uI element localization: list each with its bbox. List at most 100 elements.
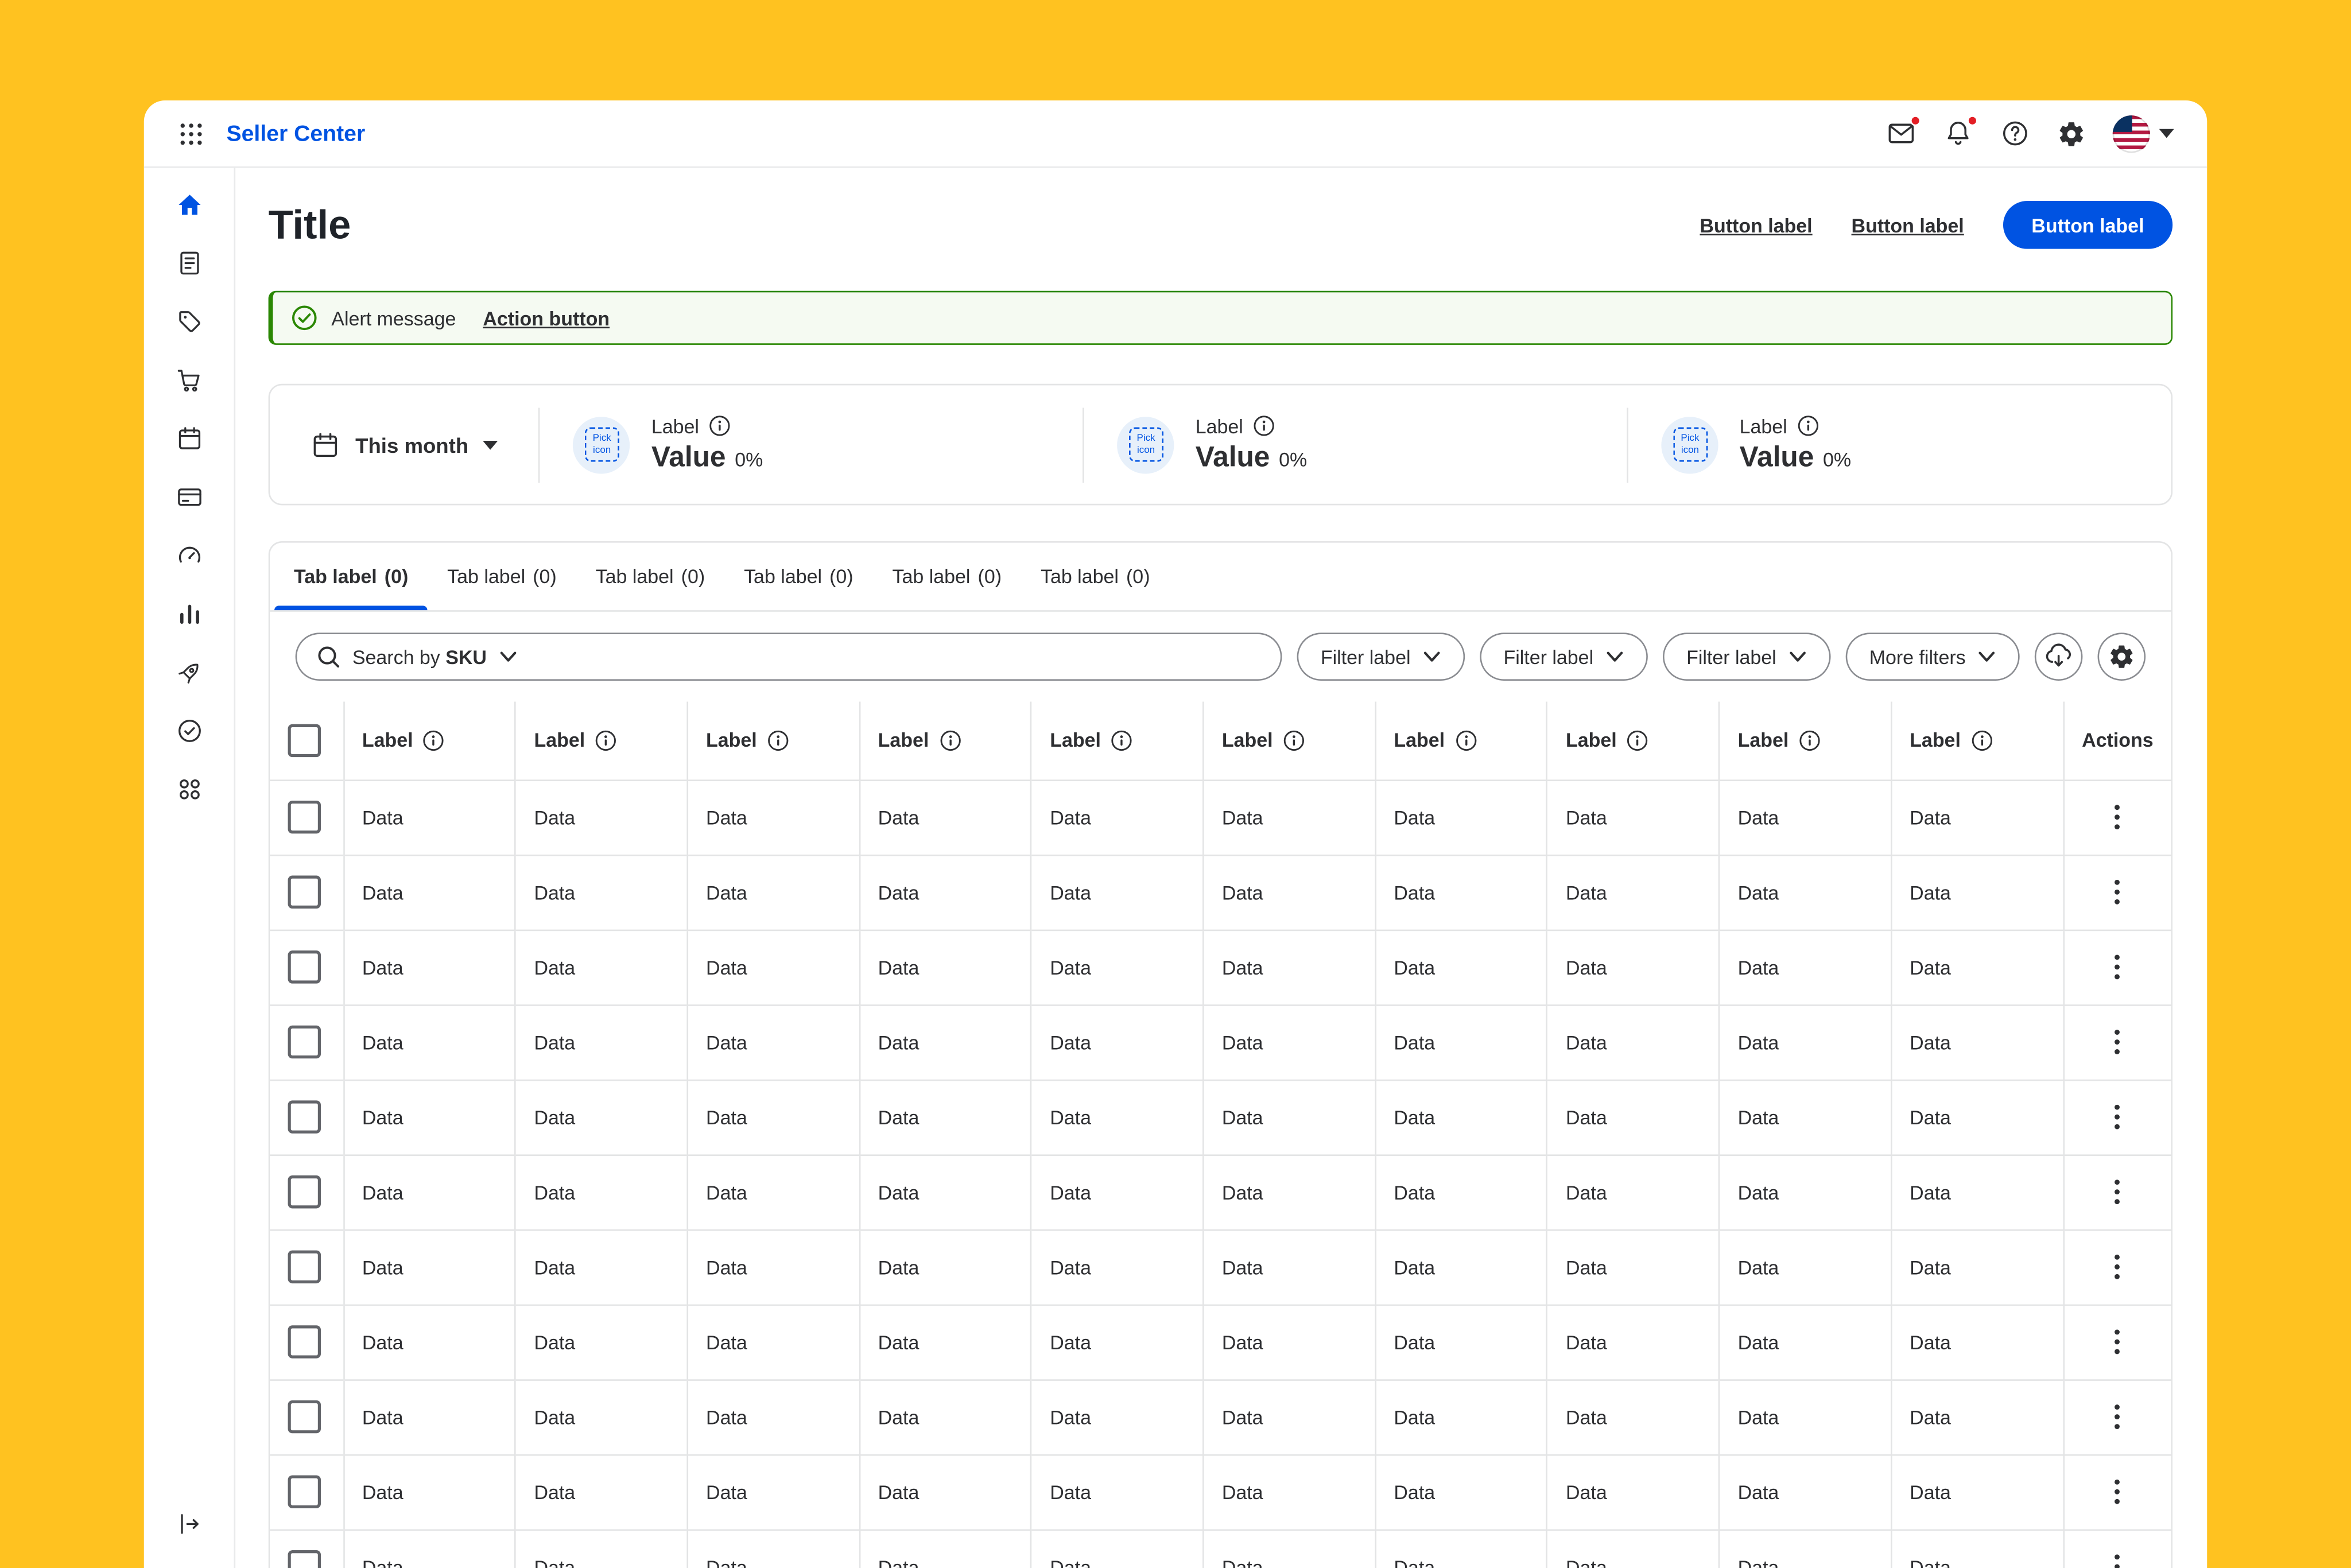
tab-2[interactable]: Tab label(0) [428, 543, 576, 611]
row-actions-button[interactable] [2108, 948, 2126, 987]
row-checkbox[interactable] [288, 950, 321, 983]
column-header[interactable]: Label [343, 702, 515, 780]
column-header[interactable]: Label [859, 702, 1031, 780]
sidebar-item-tasks[interactable] [174, 717, 203, 746]
notifications-bell-icon[interactable] [1942, 118, 1973, 149]
column-header[interactable]: Label [1891, 702, 2063, 780]
row-checkbox[interactable] [288, 1100, 321, 1133]
row-checkbox[interactable] [288, 876, 321, 909]
cell: Data [1547, 1529, 1719, 1568]
period-selector[interactable]: This month [270, 429, 539, 459]
table-settings-button[interactable] [2098, 632, 2146, 681]
row-actions-button[interactable] [2108, 1322, 2126, 1361]
sidebar-item-analytics[interactable] [174, 600, 203, 628]
sidebar-item-performance[interactable] [174, 541, 203, 570]
row-checkbox[interactable] [288, 1175, 321, 1208]
sidebar-item-growth[interactable] [174, 658, 203, 687]
column-header[interactable]: Label [1031, 702, 1204, 780]
row-checkbox[interactable] [288, 1475, 321, 1508]
cell: Data [515, 1229, 688, 1305]
row-checkbox[interactable] [288, 1551, 321, 1568]
column-header[interactable]: Label [687, 702, 859, 780]
row-checkbox[interactable] [288, 1400, 321, 1433]
mail-icon[interactable] [1885, 118, 1917, 149]
cell: Data [515, 1080, 688, 1155]
tab-5[interactable]: Tab label(0) [873, 543, 1021, 611]
tab-3[interactable]: Tab label(0) [576, 543, 724, 611]
more-filters-button[interactable]: More filters [1845, 632, 2020, 681]
tag-icon [174, 308, 203, 336]
tab-label: Tab label [744, 565, 822, 588]
info-icon[interactable] [1111, 730, 1132, 751]
info-icon[interactable] [424, 730, 445, 751]
column-header[interactable]: Label [1547, 702, 1719, 780]
row-checkbox[interactable] [288, 801, 321, 833]
info-icon[interactable] [709, 416, 731, 437]
filter-button-3[interactable]: Filter label [1662, 632, 1830, 681]
info-icon[interactable] [1971, 730, 1992, 751]
help-icon[interactable] [1999, 118, 2030, 149]
row-actions-button[interactable] [2108, 1247, 2126, 1286]
brand-title[interactable]: Seller Center [226, 121, 365, 146]
tab-4[interactable]: Tab label (0) [724, 543, 872, 611]
select-all-checkbox[interactable] [288, 724, 321, 756]
cell: Data [343, 855, 515, 930]
tab-6[interactable]: Tab label(0) [1021, 543, 1169, 611]
cell: Data [1203, 779, 1375, 855]
cell: Data [1719, 779, 1891, 855]
sidebar-item-home[interactable] [174, 191, 203, 219]
cell: Data [1375, 1154, 1547, 1229]
account-menu[interactable] [2113, 115, 2174, 152]
column-header[interactable]: Label [1719, 702, 1891, 780]
alert-action-button[interactable]: Action button [483, 306, 610, 329]
tab-count: (0) [829, 565, 854, 588]
row-actions-button[interactable] [2108, 1097, 2126, 1136]
sidebar-item-apps[interactable] [174, 775, 203, 804]
row-actions-button[interactable] [2108, 1023, 2126, 1062]
row-checkbox[interactable] [288, 1325, 321, 1358]
tab-1[interactable]: Tab label(0) [274, 543, 428, 611]
info-icon[interactable] [1283, 730, 1305, 751]
info-icon[interactable] [767, 730, 789, 751]
info-icon[interactable] [1254, 416, 1275, 437]
export-button[interactable] [2035, 632, 2083, 681]
cell: Data [1203, 1454, 1375, 1530]
row-checkbox[interactable] [288, 1026, 321, 1058]
cell: Data [1547, 930, 1719, 1005]
filter-button-1[interactable]: Filter label [1297, 632, 1464, 681]
info-icon[interactable] [940, 730, 961, 751]
row-checkbox[interactable] [288, 1251, 321, 1283]
row-actions-button[interactable] [2108, 1398, 2126, 1437]
primary-button[interactable]: Button label [2003, 201, 2172, 249]
row-actions-button[interactable] [2108, 1173, 2126, 1212]
app-launcher-icon[interactable] [176, 118, 207, 149]
column-header[interactable]: Label [1375, 702, 1547, 780]
sidebar-collapse-button[interactable] [174, 1510, 203, 1539]
info-icon[interactable] [1798, 416, 1819, 437]
column-header[interactable]: Label [1203, 702, 1375, 780]
sidebar-item-payments[interactable] [174, 483, 203, 511]
settings-gear-icon[interactable] [2055, 118, 2087, 149]
row-select-cell [270, 1379, 343, 1454]
sidebar-item-inventory[interactable] [174, 424, 203, 453]
cell: Data [859, 1529, 1031, 1568]
row-actions-cell [2063, 1454, 2171, 1530]
secondary-link-button-2[interactable]: Button label [1852, 214, 1964, 236]
sidebar-item-tags[interactable] [174, 308, 203, 336]
search-input[interactable]: Search by SKU [296, 632, 1282, 681]
sidebar-item-orders[interactable] [174, 249, 203, 278]
row-actions-button[interactable] [2108, 1472, 2126, 1511]
row-actions-button[interactable] [2108, 872, 2126, 911]
secondary-link-button-1[interactable]: Button label [1700, 214, 1812, 236]
row-actions-button[interactable] [2108, 1547, 2126, 1568]
info-icon[interactable] [1455, 730, 1476, 751]
row-actions-button[interactable] [2108, 798, 2126, 837]
tab-label: Tab label [294, 565, 377, 588]
info-icon[interactable] [1799, 730, 1821, 751]
column-header[interactable]: Label [515, 702, 688, 780]
filter-button-2[interactable]: Filter label [1480, 632, 1647, 681]
info-icon[interactable] [595, 730, 616, 751]
info-icon[interactable] [1627, 730, 1648, 751]
sidebar-item-cart[interactable] [174, 366, 203, 394]
table-row: DataDataDataDataDataDataDataDataDataData [270, 1529, 2171, 1568]
